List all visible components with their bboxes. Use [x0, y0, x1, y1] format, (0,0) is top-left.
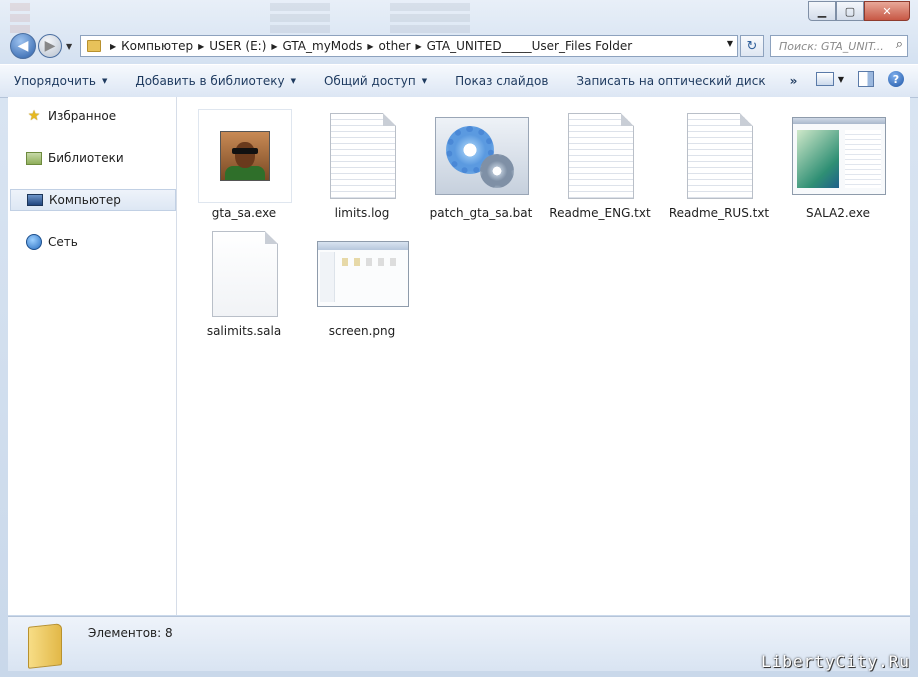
breadcrumb-drive[interactable]: USER (E:): [209, 39, 266, 53]
help-icon[interactable]: ?: [888, 71, 904, 87]
file-item[interactable]: salimits.sala: [189, 223, 299, 341]
file-name: limits.log: [334, 206, 390, 220]
share-button[interactable]: Общий доступ ▼: [310, 65, 441, 97]
organize-label: Упорядочить: [14, 74, 96, 88]
title-bar: ▁ ▢ ✕ ◀ ▶ ▼ ▶ Компьютер ▶ USER (E:) ▶ GT…: [0, 0, 918, 64]
address-bar[interactable]: ▶ Компьютер ▶ USER (E:) ▶ GTA_myMods ▶ o…: [80, 35, 738, 57]
breadcrumb-separator[interactable]: ▶: [271, 42, 277, 51]
folder-icon: [87, 40, 101, 52]
organize-button[interactable]: Упорядочить ▼: [0, 65, 121, 97]
close-button[interactable]: ✕: [864, 1, 910, 21]
library-label: Добавить в библиотеку: [135, 74, 285, 88]
file-name: patch_gta_sa.bat: [429, 206, 533, 220]
search-placeholder: Поиск: GTA_UNIT...: [779, 39, 884, 53]
chevron-down-icon: ▼: [101, 77, 108, 85]
change-view-icon[interactable]: [815, 72, 834, 86]
file-item[interactable]: screen.png: [307, 223, 417, 341]
navigation-pane: ★ Избранное Библиотеки Компьютер Сеть: [8, 97, 177, 615]
breadcrumb-separator[interactable]: ▶: [110, 42, 116, 51]
burn-button[interactable]: Записать на оптический диск: [562, 65, 779, 97]
explorer-window: ▁ ▢ ✕ ◀ ▶ ▼ ▶ Компьютер ▶ USER (E:) ▶ GT…: [0, 0, 918, 677]
file-name: SALA2.exe: [806, 206, 870, 220]
forward-button[interactable]: ▶: [38, 34, 62, 58]
network-icon: [26, 234, 42, 250]
star-icon: ★: [27, 108, 41, 124]
text-file-icon: [673, 109, 767, 203]
sidebar-item-libraries[interactable]: Библиотеки: [10, 148, 174, 168]
sidebar-item-label: Избранное: [48, 109, 117, 123]
breadcrumb-separator[interactable]: ▶: [198, 42, 204, 51]
share-label: Общий доступ: [323, 74, 416, 88]
slideshow-button[interactable]: Показ слайдов: [441, 65, 562, 97]
toolbar-right: ▼ ?: [815, 71, 904, 87]
chevron-down-icon: ▼: [421, 77, 428, 85]
file-item[interactable]: Readme_RUS.txt: [664, 105, 774, 223]
file-item[interactable]: Readme_ENG.txt: [545, 105, 655, 223]
search-input[interactable]: Поиск: GTA_UNIT... ⌕: [770, 35, 908, 57]
breadcrumb-computer[interactable]: Компьютер: [121, 39, 193, 53]
view-options-dropdown[interactable]: ▼: [838, 75, 844, 84]
file-name: screen.png: [328, 324, 396, 338]
more-commands-button[interactable]: »: [780, 65, 808, 97]
refresh-button[interactable]: ↻: [740, 35, 764, 57]
exe-file-icon: [198, 109, 292, 203]
sidebar-item-label: Библиотеки: [48, 151, 124, 165]
breadcrumb-current-folder[interactable]: GTA_UNITED_____User_Files Folder: [427, 39, 633, 53]
add-to-library-button[interactable]: Добавить в библиотеку ▼: [121, 65, 310, 97]
sidebar-item-computer[interactable]: Компьютер: [10, 189, 176, 211]
back-button[interactable]: ◀: [10, 33, 36, 59]
file-item[interactable]: SALA2.exe: [783, 105, 893, 223]
caption-buttons: ▁ ▢ ✕: [808, 1, 910, 21]
chevron-down-icon: ▼: [290, 77, 296, 85]
recent-pages-dropdown[interactable]: ▼: [66, 42, 72, 51]
breadcrumb-separator[interactable]: ▶: [416, 42, 422, 51]
breadcrumb: ▶ Компьютер ▶ USER (E:) ▶ GTA_myMods ▶ o…: [105, 39, 632, 53]
background-window-ghost: [10, 0, 610, 33]
file-name: gta_sa.exe: [211, 206, 277, 220]
file-name: Readme_ENG.txt: [549, 206, 651, 220]
folder-icon: [28, 623, 62, 669]
command-bar: Упорядочить ▼ Добавить в библиотеку ▼ Общи…: [0, 64, 918, 98]
file-name: salimits.sala: [206, 324, 282, 338]
breadcrumb-gta-mymods[interactable]: GTA_myMods: [283, 39, 363, 53]
sidebar-item-label: Компьютер: [49, 193, 121, 207]
minimize-button[interactable]: ▁: [808, 1, 836, 21]
nav-buttons: ◀ ▶ ▼: [10, 33, 72, 59]
avatar: [220, 131, 270, 181]
libraries-icon: [26, 151, 42, 165]
breadcrumb-separator[interactable]: ▶: [367, 42, 373, 51]
chevron-down-icon[interactable]: ▼: [727, 39, 733, 48]
maximize-button[interactable]: ▢: [836, 1, 864, 21]
breadcrumb-other[interactable]: other: [379, 39, 411, 53]
text-file-icon: [316, 109, 410, 203]
watermark: LibertyCity.Ru: [761, 652, 910, 671]
sidebar-item-favorites[interactable]: ★ Избранное: [10, 106, 174, 126]
file-name: Readme_RUS.txt: [668, 206, 770, 220]
image-thumbnail: [316, 227, 410, 321]
gear-icon: [435, 109, 529, 203]
file-item[interactable]: gta_sa.exe: [189, 105, 299, 223]
slideshow-label: Показ слайдов: [455, 74, 549, 88]
sidebar-item-network[interactable]: Сеть: [10, 232, 174, 252]
file-item[interactable]: limits.log: [307, 105, 417, 223]
file-list[interactable]: gta_sa.exe limits.log patch_gta_sa.bat R…: [177, 97, 910, 615]
blank-file-icon: [198, 227, 292, 321]
refresh-icon: ↻: [746, 38, 758, 54]
search-icon[interactable]: ⌕: [896, 37, 903, 52]
computer-icon: [27, 193, 43, 207]
item-count: Элементов: 8: [88, 626, 173, 640]
burn-label: Записать на оптический диск: [576, 74, 766, 88]
text-file-icon: [554, 109, 648, 203]
file-item[interactable]: patch_gta_sa.bat: [426, 105, 536, 223]
preview-pane-icon[interactable]: [858, 71, 874, 87]
sidebar-item-label: Сеть: [48, 235, 78, 249]
window-app-icon: [792, 109, 886, 203]
